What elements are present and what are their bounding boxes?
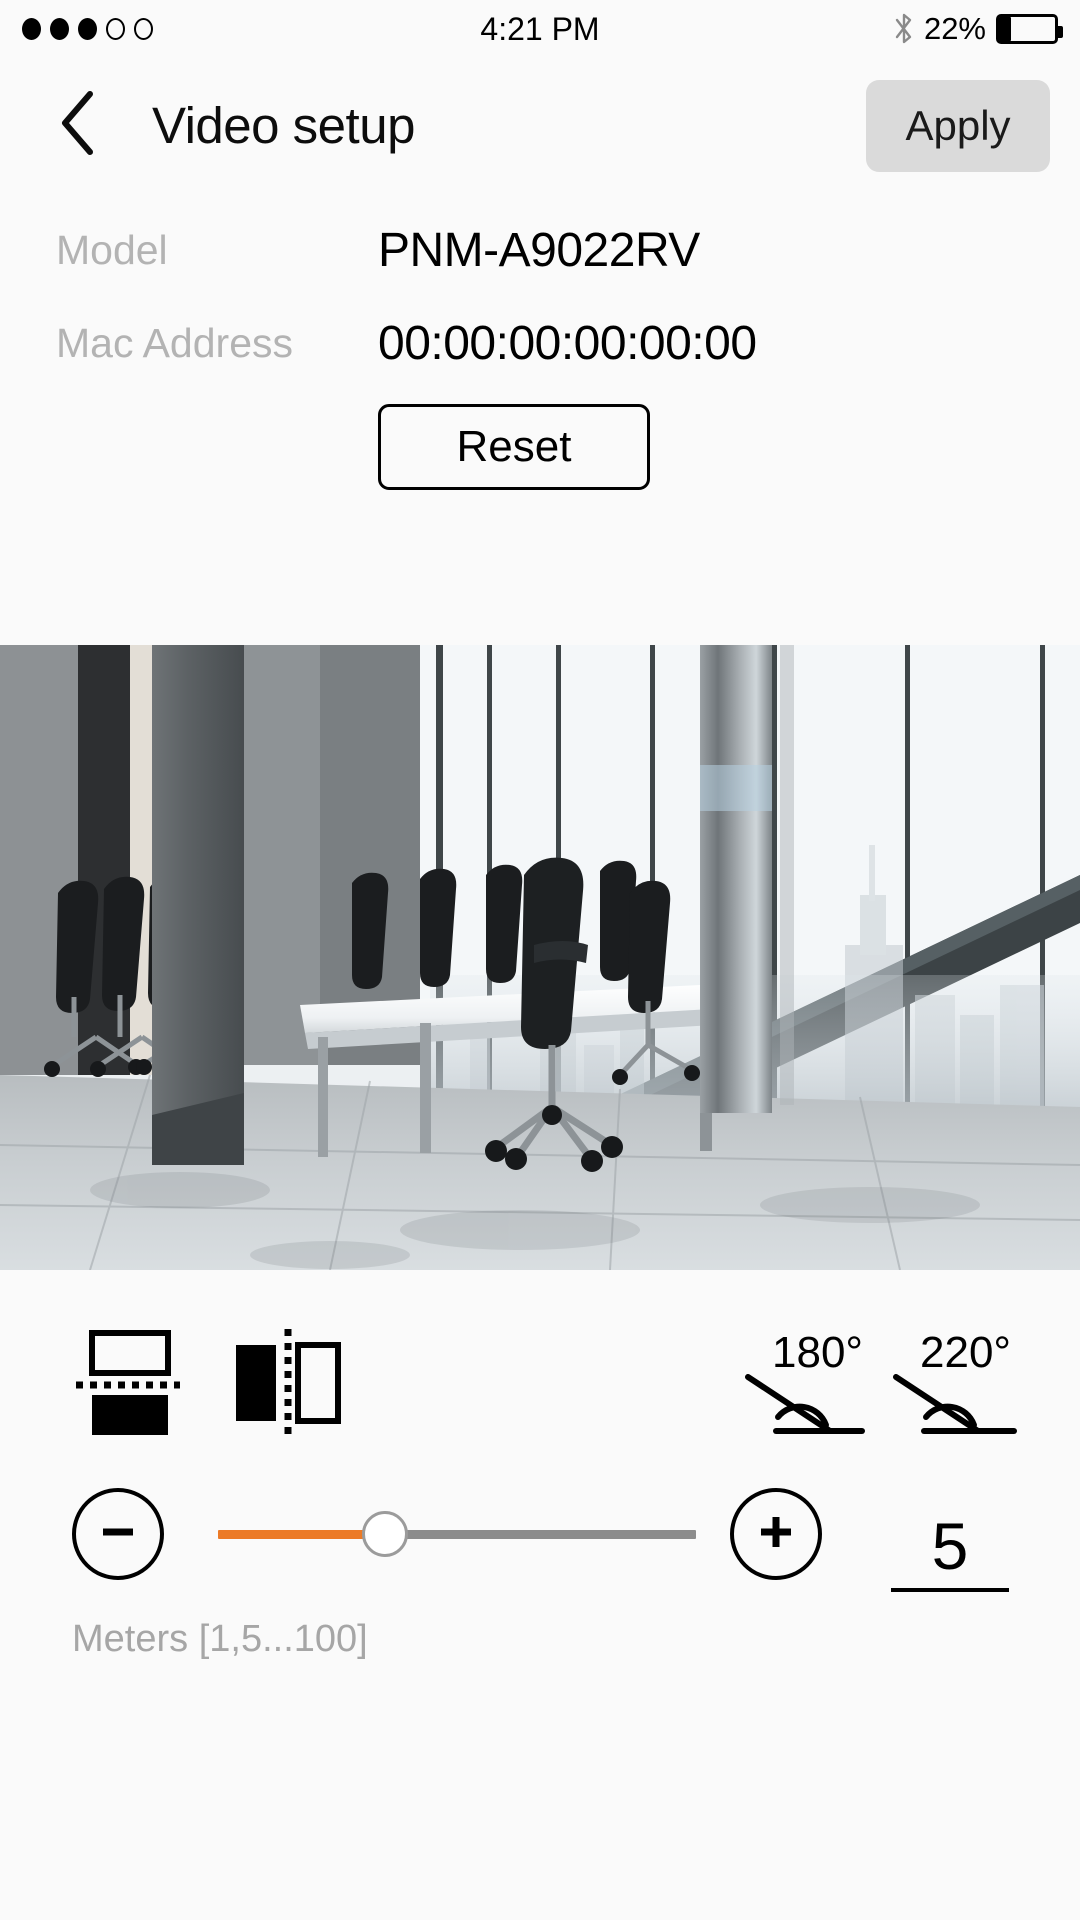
mac-address-label: Mac Address bbox=[56, 319, 293, 366]
model-value: PNM-A9022RV bbox=[378, 223, 700, 277]
status-bar-right-group: 22% bbox=[894, 0, 1063, 58]
distance-slider-row: 5 bbox=[0, 1478, 1080, 1598]
flip-vertical-icon[interactable] bbox=[230, 1327, 342, 1437]
battery-percent-label: 22% bbox=[923, 11, 986, 46]
model-label: Model bbox=[56, 226, 168, 273]
back-button[interactable] bbox=[42, 84, 114, 166]
device-info-section: Model PNM-A9022RV Mac Address 00:00:00:0… bbox=[0, 200, 1080, 655]
model-row: Model PNM-A9022RV bbox=[0, 218, 1080, 282]
angle-180-button[interactable]: 180° bbox=[742, 1315, 872, 1443]
app-header: Video setup Apply bbox=[0, 58, 1080, 190]
angle-220-button[interactable]: 220° bbox=[890, 1315, 1030, 1443]
slider-thumb[interactable] bbox=[362, 1511, 408, 1557]
bluetooth-icon bbox=[894, 12, 914, 46]
distance-value-field[interactable]: 5 bbox=[888, 1484, 1012, 1592]
slider-track-filled bbox=[218, 1530, 385, 1539]
reset-button[interactable]: Reset bbox=[378, 404, 650, 490]
battery-icon bbox=[996, 14, 1063, 44]
decrement-button[interactable] bbox=[72, 1488, 164, 1580]
orientation-icon-row: 180° 220° bbox=[0, 1315, 1080, 1445]
minus-icon bbox=[93, 1507, 143, 1562]
flip-horizontal-icon[interactable] bbox=[72, 1327, 182, 1439]
value-underline bbox=[891, 1588, 1009, 1592]
angle-220-label-svg: 220° bbox=[920, 1328, 1011, 1377]
increment-button[interactable] bbox=[730, 1488, 822, 1580]
meters-range-label: Meters [1,5...100] bbox=[72, 1618, 368, 1660]
apply-button[interactable]: Apply bbox=[866, 80, 1050, 172]
slider-track-remaining bbox=[385, 1530, 696, 1539]
status-bar: 4:21 PM 22% bbox=[0, 0, 1080, 58]
page-title: Video setup bbox=[152, 96, 415, 154]
chevron-left-icon bbox=[56, 88, 100, 163]
video-controls-section: 180° 220° 5 Meters [1,5...100] bbox=[0, 1270, 1080, 1920]
distance-slider[interactable] bbox=[218, 1511, 696, 1557]
camera-preview-image[interactable] bbox=[0, 645, 1080, 1270]
angle-180-label-svg: 180° bbox=[772, 1328, 863, 1377]
distance-value: 5 bbox=[931, 1509, 969, 1584]
mac-address-value: 00:00:00:00:00:00 bbox=[378, 316, 757, 370]
plus-icon bbox=[751, 1507, 801, 1562]
mac-address-row: Mac Address 00:00:00:00:00:00 bbox=[0, 311, 1080, 375]
